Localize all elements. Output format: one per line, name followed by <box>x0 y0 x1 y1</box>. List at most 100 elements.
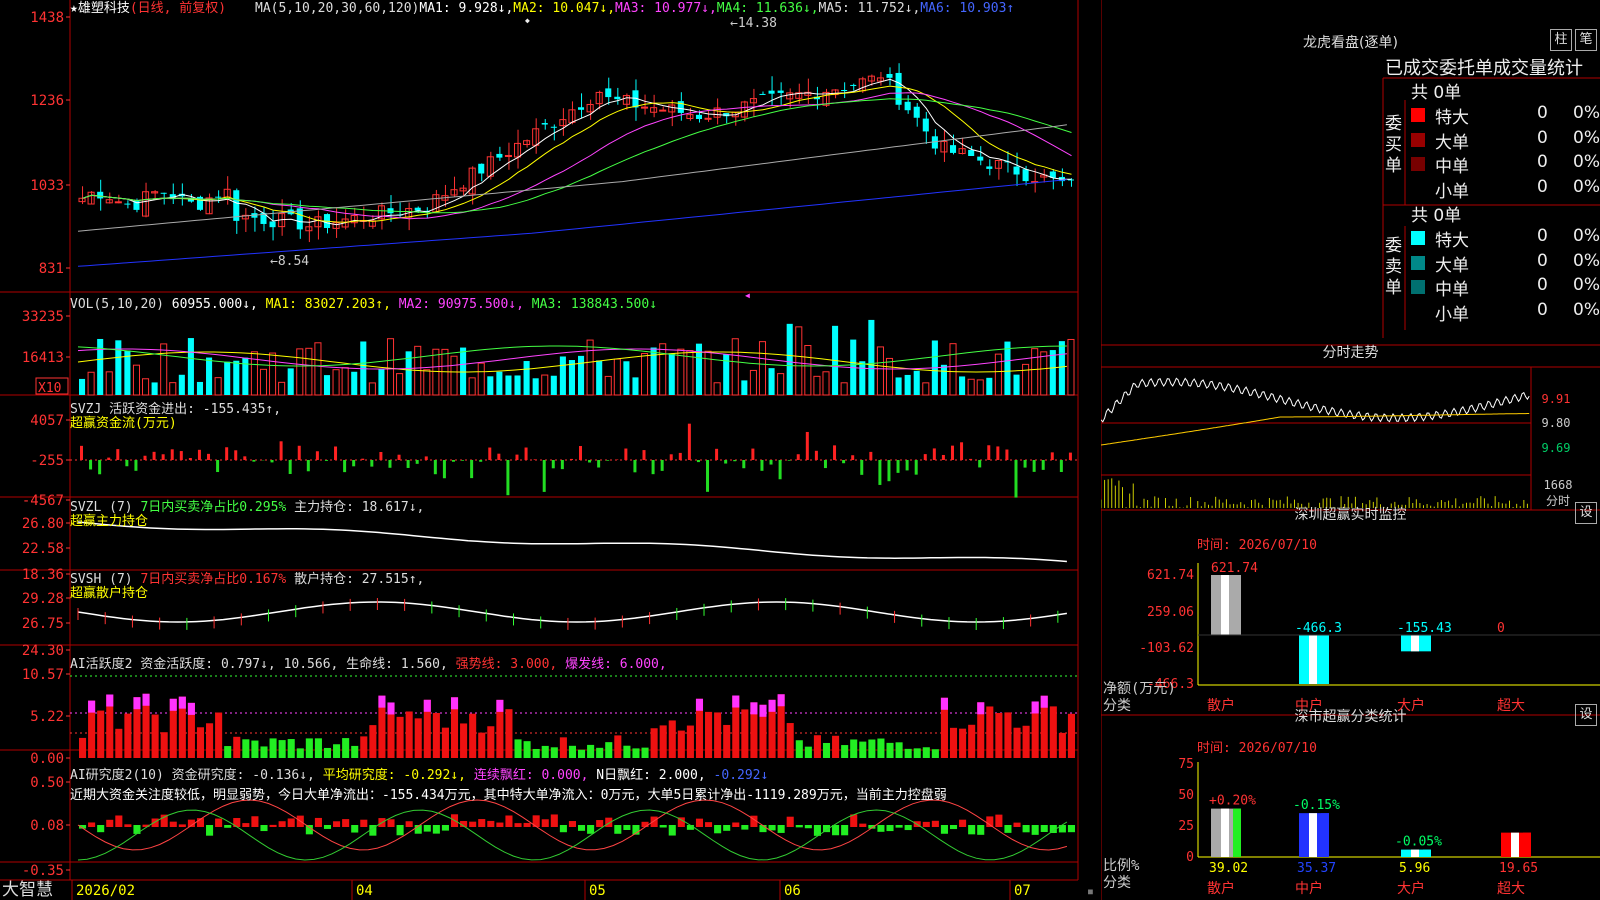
activity-bar <box>1049 706 1057 758</box>
sz-monitor-ytick: 259.06 <box>1147 605 1194 620</box>
bar-highlight <box>1221 808 1229 857</box>
activity-bar <box>97 710 105 758</box>
activity-bar <box>650 728 658 758</box>
flow-bar-out <box>388 460 392 468</box>
sz-class-value-label: 5.96 <box>1399 861 1430 876</box>
activity-peak <box>187 702 195 715</box>
flow-bar-in <box>234 450 238 460</box>
vol-bar-down <box>233 360 240 395</box>
activity-bar <box>868 739 876 758</box>
vol-bar-down <box>859 361 866 395</box>
candle-up <box>504 154 512 157</box>
candle-down <box>1022 169 1029 182</box>
candle-down <box>124 203 131 205</box>
research-bar <box>922 821 930 827</box>
activity-bar <box>959 728 967 758</box>
flow-bar-out <box>470 460 474 479</box>
research-bar <box>841 825 849 836</box>
research-bar <box>940 825 948 834</box>
sz-class-bar-3 <box>1501 832 1531 857</box>
vol-bar-down <box>378 368 385 395</box>
row-percent: 0% <box>1573 299 1600 320</box>
tick-view-button[interactable]: 笔 <box>1575 29 1597 51</box>
activity-bar <box>478 732 486 758</box>
sz-class-settings-button[interactable]: 设 <box>1575 704 1597 726</box>
research-bar <box>995 814 1003 827</box>
research-bar <box>832 825 840 836</box>
activity-bar <box>813 735 821 758</box>
ai1-tick: 10.57 <box>22 667 64 683</box>
sz-monitor-value-label: -466.3 <box>1295 621 1342 636</box>
vol-bar-down <box>97 338 104 395</box>
research-bar <box>968 825 976 835</box>
bar-highlight <box>1411 635 1419 652</box>
research-bar <box>668 825 676 836</box>
vol-bar-down <box>224 361 231 395</box>
sz-class-ytick: 75 <box>1178 757 1194 772</box>
candle-down <box>695 114 703 120</box>
research-bar <box>596 820 604 827</box>
color-swatch <box>1411 305 1425 319</box>
sz-monitor-bar-0 <box>1211 575 1241 635</box>
candle-down <box>895 72 902 105</box>
svzl-legend: SVZL (7) 7日内买卖净占比0.295% 主力持仓: 18.617↓, <box>70 499 424 515</box>
research-bar <box>705 822 713 827</box>
vol-bar-down <box>668 353 675 395</box>
sz-monitor-settings-button[interactable]: 设 <box>1575 502 1597 524</box>
research-bar <box>215 818 223 827</box>
kline-chart[interactable]: 1438123610338313323516413X104057-255-456… <box>0 0 1100 900</box>
svzl-tick: 26.80 <box>22 516 64 532</box>
flow-bar-out <box>343 460 347 473</box>
research-bar <box>169 821 177 827</box>
flow-bar-in <box>379 451 383 460</box>
research-bar <box>714 825 722 834</box>
flow-bar-in <box>814 450 818 460</box>
intraday-vol-label: 1668 <box>1544 478 1573 492</box>
activity-peak <box>106 694 114 707</box>
row-name: 特大 <box>1435 108 1469 128</box>
price-tick: 831 <box>39 261 64 277</box>
flow-bar-out <box>134 460 138 471</box>
row-count: 0 <box>1537 127 1548 148</box>
vol-bar-down <box>487 376 494 395</box>
ai1-tick: 5.22 <box>30 709 64 725</box>
vol-bar-down <box>496 371 503 395</box>
research-bar <box>115 815 123 827</box>
vol-bar-down <box>986 377 993 395</box>
flow-bar-in <box>642 450 646 460</box>
vol-bar-down <box>895 377 902 395</box>
high-price-marker: ←14.38 <box>730 16 777 31</box>
flow-bar-out <box>760 460 764 471</box>
candle-down <box>968 149 975 156</box>
activity-bar <box>1004 712 1012 758</box>
activity-bar <box>568 745 576 758</box>
bar-edge <box>1233 808 1241 857</box>
flow-bar-out <box>878 460 882 485</box>
flow-bar-out <box>724 460 728 464</box>
flow-bar-in <box>197 449 201 460</box>
activity-bar <box>632 748 640 758</box>
flow-bar-out <box>597 460 601 468</box>
flow-bar-out <box>733 460 737 462</box>
candle-down <box>578 107 585 110</box>
research-bar <box>804 825 812 829</box>
flow-bar-in <box>334 446 338 460</box>
flow-bar-out <box>1059 460 1063 472</box>
vol-bar-down <box>206 357 213 395</box>
flow-bar-in <box>107 457 111 460</box>
candle-up <box>641 106 649 109</box>
activity-bar <box>151 714 159 758</box>
research-bar <box>206 825 214 836</box>
sell-order-row: 大单 0 0% <box>1405 250 1600 276</box>
scroll-marker-icon: ◀ <box>745 291 750 300</box>
column-view-button[interactable]: 柱 <box>1550 29 1572 51</box>
bar-edge <box>1321 813 1329 857</box>
activity-peak <box>940 697 948 710</box>
flow-bar-out <box>860 460 864 475</box>
activity-bar <box>605 742 613 758</box>
date-label: 05 <box>589 883 606 899</box>
vol-bar-down <box>514 375 521 395</box>
candle-down <box>550 126 557 128</box>
research-bar <box>97 825 105 833</box>
activity-bar <box>469 713 477 758</box>
